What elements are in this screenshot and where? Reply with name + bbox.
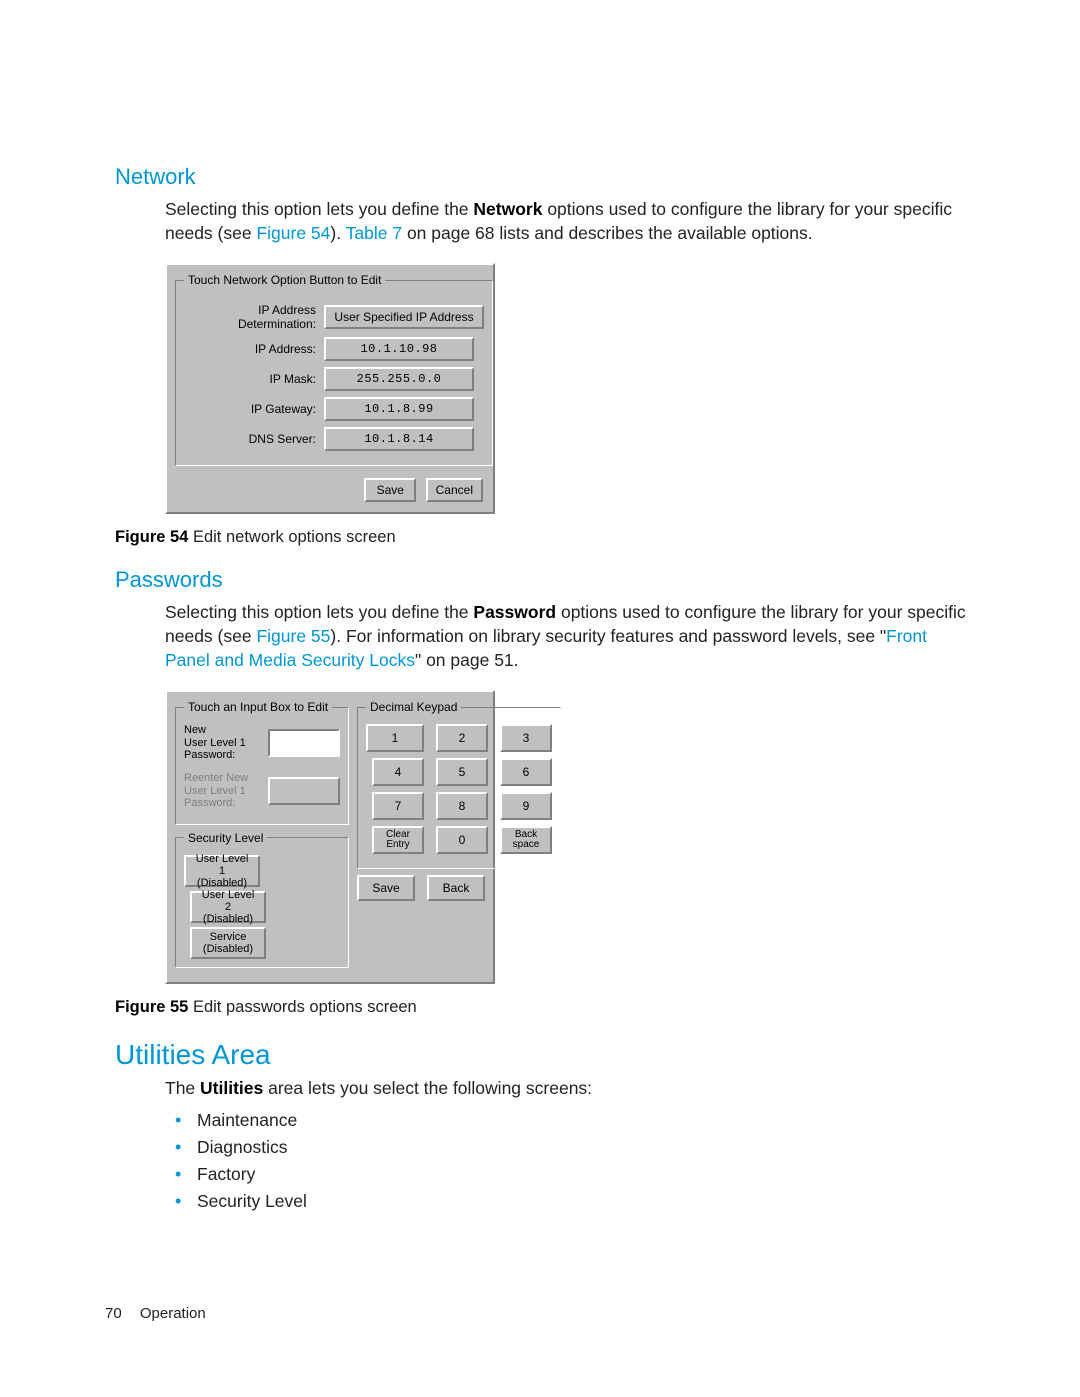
group-network-options: Touch Network Option Button to Edit IP A… [175, 273, 493, 466]
group-security-level: Security Level User Level 1 (Disabled) U… [175, 831, 349, 968]
link-figure-55[interactable]: Figure 55 [256, 626, 330, 646]
bold-password: Password [473, 602, 556, 622]
security-level-user1-button[interactable]: User Level 1 (Disabled) [184, 855, 260, 887]
label-ip-determination: IP Address Determination: [184, 303, 324, 331]
document-page: { "sections": { "network": { "heading": … [0, 0, 1080, 1397]
heading-network: Network [115, 164, 970, 190]
reenter-password-input [268, 777, 340, 805]
text: Selecting this option lets you define th… [165, 602, 473, 622]
security-level-service-button[interactable]: Service (Disabled) [190, 927, 266, 959]
text: The [165, 1078, 200, 1098]
group-legend: Security Level [184, 831, 267, 845]
ip-mask-button[interactable]: 255.255.0.0 [324, 367, 474, 391]
page-number: 70 [105, 1305, 122, 1322]
keypad-backspace[interactable]: Back space [500, 826, 552, 854]
label-reenter-password: Reenter New User Level 1 Password: [184, 772, 262, 810]
label-dns-server: DNS Server: [184, 432, 324, 446]
text: ). For information on library security f… [330, 626, 886, 646]
save-button[interactable]: Save [357, 875, 415, 901]
ip-address-button[interactable]: 10.1.10.98 [324, 337, 474, 361]
security-level-user2-button[interactable]: User Level 2 (Disabled) [190, 891, 266, 923]
keypad-8[interactable]: 8 [436, 792, 488, 820]
label-new-password: New User Level 1 Password: [184, 724, 262, 762]
keypad-clear-entry[interactable]: Clear Entry [372, 826, 424, 854]
ip-gateway-button[interactable]: 10.1.8.99 [324, 397, 474, 421]
keypad-9[interactable]: 9 [500, 792, 552, 820]
ip-determination-button[interactable]: User Specified IP Address [324, 305, 484, 329]
dialog-edit-network-options: Touch Network Option Button to Edit IP A… [165, 263, 495, 514]
link-figure-54[interactable]: Figure 54 [256, 223, 330, 243]
label-ip-address: IP Address: [184, 342, 324, 356]
keypad-0[interactable]: 0 [436, 826, 488, 854]
group-input-box: Touch an Input Box to Edit New User Leve… [175, 700, 349, 825]
caption-text: Edit network options screen [193, 528, 396, 546]
text: " on page 51. [415, 650, 519, 670]
bold-utilities: Utilities [200, 1078, 263, 1098]
keypad-5[interactable]: 5 [436, 758, 488, 786]
cancel-button[interactable]: Cancel [426, 478, 483, 502]
list-item: Security Level [175, 1188, 970, 1215]
bold-network: Network [473, 199, 542, 219]
keypad-4[interactable]: 4 [372, 758, 424, 786]
chapter-name: Operation [140, 1305, 206, 1322]
keypad-7[interactable]: 7 [372, 792, 424, 820]
keypad-1[interactable]: 1 [366, 724, 424, 752]
text: area lets you select the following scree… [263, 1078, 592, 1098]
group-legend: Touch an Input Box to Edit [184, 700, 332, 714]
text: Selecting this option lets you define th… [165, 199, 473, 219]
list-item: Diagnostics [175, 1134, 970, 1161]
utilities-list: Maintenance Diagnostics Factory Security… [175, 1107, 970, 1216]
group-legend: Touch Network Option Button to Edit [184, 273, 385, 287]
caption-label: Figure 55 [115, 998, 188, 1016]
utilities-intro: The Utilities area lets you select the f… [165, 1077, 970, 1101]
link-table-7[interactable]: Table 7 [346, 223, 402, 243]
heading-passwords: Passwords [115, 567, 970, 593]
caption-text: Edit passwords options screen [193, 998, 417, 1016]
text: ). [330, 223, 345, 243]
group-decimal-keypad: Decimal Keypad 1 2 3 4 5 6 7 8 9 Clear E… [357, 700, 561, 869]
text: on page 68 lists and describes the avail… [402, 223, 813, 243]
list-item: Maintenance [175, 1107, 970, 1134]
page-footer: 70 Operation [105, 1305, 206, 1322]
save-button[interactable]: Save [364, 478, 416, 502]
figure-54-caption: Figure 54 Edit network options screen [115, 528, 970, 547]
keypad-2[interactable]: 2 [436, 724, 488, 752]
back-button[interactable]: Back [427, 875, 485, 901]
figure-55-caption: Figure 55 Edit passwords options screen [115, 998, 970, 1017]
group-legend: Decimal Keypad [366, 700, 461, 714]
heading-utilities-area: Utilities Area [115, 1039, 970, 1071]
passwords-paragraph: Selecting this option lets you define th… [165, 601, 970, 672]
caption-label: Figure 54 [115, 528, 188, 546]
label-ip-mask: IP Mask: [184, 372, 324, 386]
list-item: Factory [175, 1161, 970, 1188]
dialog-edit-passwords-options: Touch an Input Box to Edit New User Leve… [165, 690, 495, 984]
keypad-6[interactable]: 6 [500, 758, 552, 786]
dns-server-button[interactable]: 10.1.8.14 [324, 427, 474, 451]
label-ip-gateway: IP Gateway: [184, 402, 324, 416]
keypad-3[interactable]: 3 [500, 724, 552, 752]
network-paragraph: Selecting this option lets you define th… [165, 198, 970, 245]
new-password-input[interactable] [268, 729, 340, 757]
